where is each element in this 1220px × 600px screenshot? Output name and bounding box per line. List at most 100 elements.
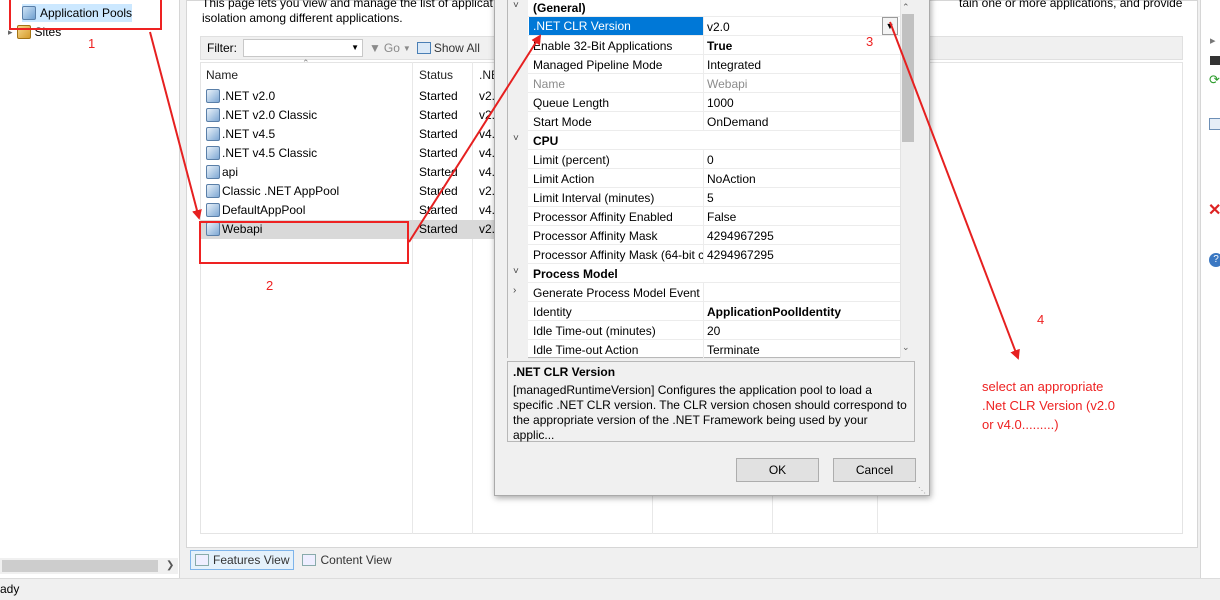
table-row[interactable]: .NET v2.0 Started v2. — [201, 87, 524, 106]
cell-name: .NET v2.0 — [222, 89, 276, 103]
cell-status: Started — [419, 146, 458, 160]
property-category[interactable]: ˅ CPU — [508, 131, 900, 150]
tree-scroll-thumb[interactable] — [2, 560, 158, 572]
property-value[interactable]: False — [707, 210, 897, 224]
property-value[interactable]: ApplicationPoolIdentity — [707, 305, 897, 319]
property-row[interactable]: Processor Affinity Enabled False — [508, 207, 900, 226]
property-row[interactable]: .NET CLR Version v2.0 — [508, 17, 900, 36]
property-value[interactable]: NoAction — [707, 172, 897, 186]
filter-input[interactable]: ▼ — [243, 39, 363, 57]
settings-icon[interactable] — [1209, 118, 1220, 130]
value-dropdown-icon[interactable]: ▼ — [882, 17, 898, 35]
property-row[interactable]: Processor Affinity Mask (64-bit c 4294967… — [508, 245, 900, 264]
cell-name: DefaultAppPool — [222, 203, 306, 217]
expand-icon[interactable]: › — [513, 285, 516, 296]
row-gutter — [508, 93, 528, 112]
go-label: Go — [383, 41, 400, 55]
row-gutter — [508, 74, 528, 93]
row-gutter — [508, 283, 528, 302]
value-divider — [703, 17, 704, 36]
tab-content-view[interactable]: Content View — [298, 550, 395, 570]
app-pool-icon — [206, 127, 220, 141]
property-row[interactable]: Identity ApplicationPoolIdentity — [508, 302, 900, 321]
value-divider — [703, 283, 704, 302]
property-category[interactable]: ˅ Process Model — [508, 264, 900, 283]
property-name: Enable 32-Bit Applications — [533, 39, 673, 53]
property-name: CPU — [533, 134, 559, 148]
resize-grip-icon[interactable]: ⋱ — [918, 486, 926, 495]
cell-status: Started — [419, 165, 458, 179]
scroll-down-icon[interactable]: ⌄ — [902, 342, 910, 353]
property-row[interactable]: Enable 32-Bit Applications True — [508, 36, 900, 55]
table-row[interactable]: .NET v2.0 Classic Started v2. — [201, 106, 524, 125]
show-all-button[interactable]: Show All — [416, 41, 480, 55]
property-value[interactable]: 5 — [707, 191, 897, 205]
ok-button[interactable]: OK — [736, 458, 819, 482]
annotation-note-line: select an appropriate — [982, 379, 1104, 394]
property-row[interactable]: Queue Length 1000 — [508, 93, 900, 112]
dropdown-arrow-icon[interactable]: ▼ — [351, 43, 359, 52]
table-row[interactable]: .NET v4.5 Started v4. — [201, 125, 524, 144]
property-name: Generate Process Model Event L — [533, 286, 703, 300]
property-name: Limit Interval (minutes) — [533, 191, 655, 205]
column-header-status[interactable]: Status — [419, 68, 453, 82]
property-value[interactable]: 20 — [707, 324, 897, 338]
stop-icon[interactable] — [1210, 56, 1220, 65]
status-bar: ady — [0, 578, 1220, 600]
property-row[interactable]: Limit Interval (minutes) 5 — [508, 188, 900, 207]
property-value[interactable]: OnDemand — [707, 115, 897, 129]
property-name: Processor Affinity Enabled — [533, 210, 673, 224]
annotation-number: 4 — [1037, 312, 1045, 327]
scroll-up-icon[interactable]: ⌃ — [902, 2, 910, 13]
property-row[interactable]: Idle Time-out (minutes) 20 — [508, 321, 900, 340]
go-button[interactable]: ▼ Go ▼ — [369, 41, 411, 55]
property-value[interactable]: 1000 — [707, 96, 897, 110]
collapse-icon[interactable]: ˅ — [513, 0, 519, 11]
property-value[interactable]: 4294967295 — [707, 229, 897, 243]
row-gutter — [508, 188, 528, 207]
collapse-icon[interactable]: ˅ — [513, 266, 519, 277]
property-value[interactable]: Webapi — [707, 77, 897, 91]
table-row[interactable]: Classic .NET AppPool Started v2. — [201, 182, 524, 201]
property-row[interactable]: Processor Affinity Mask 4294967295 — [508, 226, 900, 245]
table-row[interactable]: DefaultAppPool Started v4. — [201, 201, 524, 220]
property-value[interactable]: Integrated — [707, 58, 897, 72]
collapse-icon[interactable]: ˅ — [513, 133, 519, 144]
property-value[interactable]: 4294967295 — [707, 248, 897, 262]
remove-icon[interactable]: ✕ — [1208, 200, 1220, 220]
value-divider — [703, 207, 704, 226]
property-value[interactable]: Terminate — [707, 343, 897, 357]
cell-status: Started — [419, 184, 458, 198]
scroll-right-arrow-icon[interactable]: ❯ — [166, 560, 174, 571]
tab-features-view[interactable]: Features View — [190, 550, 295, 570]
property-row[interactable]: Limit Action NoAction — [508, 169, 900, 188]
property-value[interactable]: v2.0 — [707, 20, 897, 34]
row-gutter — [508, 207, 528, 226]
table-row[interactable]: api Started v4. — [201, 163, 524, 182]
description-line: This page lets you view and manage the l… — [202, 0, 493, 10]
value-divider — [703, 150, 704, 169]
value-divider — [703, 245, 704, 264]
property-row[interactable]: Name Webapi — [508, 74, 900, 93]
property-category[interactable]: ˅ (General) — [508, 0, 900, 17]
property-name: Process Model — [533, 267, 618, 281]
status-text: ady — [0, 582, 20, 596]
cell-name: Classic .NET AppPool — [222, 184, 340, 198]
cancel-button[interactable]: Cancel — [833, 458, 916, 482]
property-row[interactable]: Limit (percent) 0 — [508, 150, 900, 169]
annotation-box-webapi — [199, 221, 409, 264]
help-icon[interactable]: ? — [1209, 253, 1220, 267]
property-row[interactable]: Start Mode OnDemand — [508, 112, 900, 131]
show-all-icon — [416, 42, 431, 54]
table-row[interactable]: .NET v4.5 Classic Started v4. — [201, 144, 524, 163]
annotation-number: 1 — [88, 36, 96, 51]
recycle-icon[interactable]: ⟳ — [1209, 72, 1220, 88]
row-gutter — [508, 55, 528, 74]
action-arrow-icon[interactable]: ▸ — [1210, 34, 1216, 47]
property-value[interactable]: 0 — [707, 153, 897, 167]
column-header-name[interactable]: Name — [206, 68, 238, 82]
property-row[interactable]: › Generate Process Model Event L — [508, 283, 900, 302]
property-grid-scroll-thumb[interactable] — [902, 14, 914, 142]
property-row[interactable]: Managed Pipeline Mode Integrated — [508, 55, 900, 74]
property-row[interactable]: Idle Time-out Action Terminate — [508, 340, 900, 359]
